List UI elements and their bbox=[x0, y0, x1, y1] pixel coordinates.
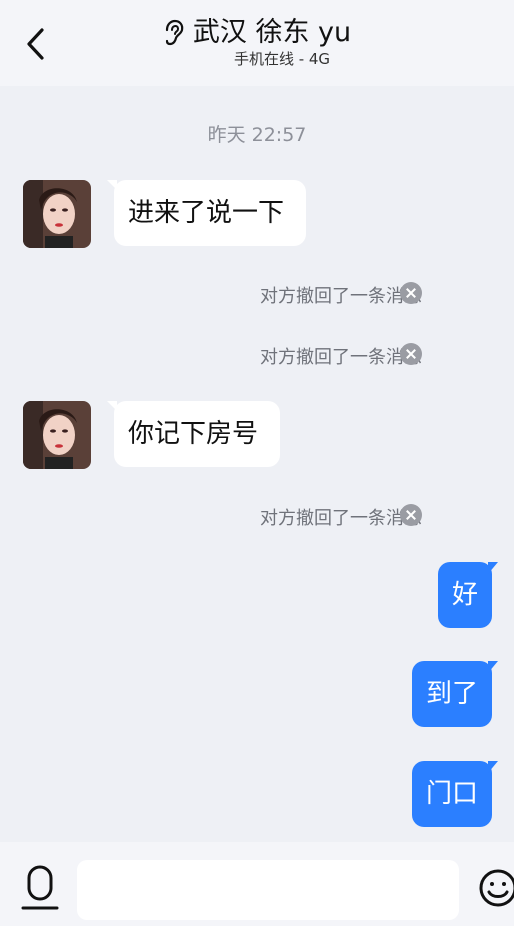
outgoing-message[interactable]: 门口 bbox=[411, 761, 498, 827]
avatar[interactable] bbox=[23, 180, 91, 248]
incoming-message[interactable]: 进来了说一下 bbox=[107, 180, 307, 246]
input-bar bbox=[0, 842, 514, 926]
message-text: 进来了说一下 bbox=[128, 198, 285, 228]
title-block: 武汉 徐东 yu 手机在线 - 4G bbox=[0, 14, 514, 69]
message-text: 好 bbox=[451, 580, 478, 610]
message-text: 你记下房号 bbox=[128, 419, 259, 449]
outgoing-message[interactable]: 到了 bbox=[411, 661, 498, 727]
emoji-icon[interactable] bbox=[478, 868, 514, 912]
outgoing-message[interactable]: 好 bbox=[437, 562, 498, 628]
recall-notice: 对方撤回了一条消息 bbox=[260, 347, 422, 368]
microphone-icon[interactable] bbox=[20, 864, 60, 912]
recall-notice: 对方撤回了一条消息 bbox=[260, 286, 422, 307]
close-circle-icon[interactable] bbox=[400, 343, 422, 365]
incoming-message[interactable]: 你记下房号 bbox=[107, 401, 281, 467]
chat-header: 武汉 徐东 yu 手机在线 - 4G bbox=[0, 0, 514, 86]
avatar[interactable] bbox=[23, 401, 91, 469]
voice-button[interactable] bbox=[20, 864, 60, 912]
message-timestamp: 昨天 22:57 bbox=[207, 124, 307, 146]
close-circle-icon[interactable] bbox=[400, 504, 422, 526]
message-input[interactable] bbox=[77, 860, 459, 920]
ear-icon bbox=[165, 19, 184, 46]
close-circle-icon[interactable] bbox=[400, 282, 422, 304]
recall-notice: 对方撤回了一条消息 bbox=[260, 508, 422, 529]
contact-name: 武汉 徐东 yu bbox=[192, 17, 352, 48]
message-text: 门口 bbox=[425, 779, 478, 809]
message-text: 到了 bbox=[425, 679, 478, 709]
emoji-button[interactable] bbox=[478, 868, 514, 912]
online-status: 手机在线 - 4G bbox=[233, 50, 331, 68]
